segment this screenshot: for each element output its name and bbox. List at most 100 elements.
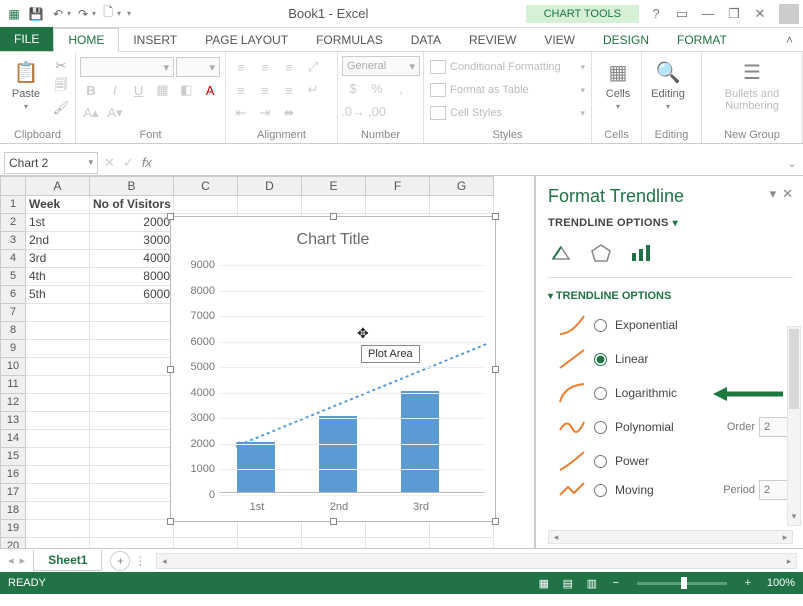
radio-exponential[interactable]: [594, 319, 607, 332]
font-size-select[interactable]: ▾: [176, 57, 220, 77]
pane-vertical-scrollbar[interactable]: ▴▾: [787, 326, 801, 526]
col-header[interactable]: B: [90, 176, 174, 196]
cell[interactable]: 3000: [90, 232, 174, 250]
row-header[interactable]: 11: [0, 376, 26, 394]
resize-handle[interactable]: [492, 518, 499, 525]
col-header[interactable]: D: [238, 176, 302, 196]
cell[interactable]: [26, 448, 90, 466]
tab-insert[interactable]: INSERT: [119, 29, 191, 51]
tab-home[interactable]: HOME: [53, 28, 119, 52]
preview-icon[interactable]: 🗋: [98, 4, 118, 24]
cells-button[interactable]: ▦Cells▾: [596, 56, 640, 113]
cell[interactable]: [366, 520, 430, 538]
align-right-icon[interactable]: ≡: [278, 80, 300, 100]
formula-input[interactable]: [156, 152, 777, 174]
name-box[interactable]: Chart 2▾: [4, 152, 98, 174]
currency-icon[interactable]: $: [342, 78, 364, 98]
minimize-icon[interactable]: —: [697, 4, 719, 24]
cell[interactable]: [238, 196, 302, 214]
format-painter-icon[interactable]: 🖌: [50, 98, 72, 118]
cell[interactable]: [430, 196, 494, 214]
tab-file[interactable]: FILE: [0, 27, 53, 51]
increase-font-icon[interactable]: A▴: [80, 103, 102, 123]
row-header[interactable]: 5: [0, 268, 26, 286]
plot-area[interactable]: [219, 265, 485, 493]
cell[interactable]: [26, 376, 90, 394]
cell[interactable]: [174, 196, 238, 214]
col-header[interactable]: F: [366, 176, 430, 196]
align-center-icon[interactable]: ≡: [254, 80, 276, 100]
opt-linear[interactable]: Linear: [548, 342, 793, 376]
resize-handle[interactable]: [330, 213, 337, 220]
col-header[interactable]: E: [302, 176, 366, 196]
cell[interactable]: [366, 538, 430, 548]
cell[interactable]: [90, 358, 174, 376]
add-sheet-icon[interactable]: +: [110, 551, 130, 571]
sheet-next-icon[interactable]: ▸: [20, 554, 26, 567]
row-header[interactable]: 9: [0, 340, 26, 358]
zoom-out-icon[interactable]: −: [605, 574, 627, 592]
paste-button[interactable]: 📋 Paste ▾: [4, 56, 48, 113]
fill-line-tab-icon[interactable]: [548, 241, 574, 265]
row-header[interactable]: 13: [0, 412, 26, 430]
cell[interactable]: [26, 412, 90, 430]
cell[interactable]: [90, 304, 174, 322]
cell[interactable]: 3rd: [26, 250, 90, 268]
cell[interactable]: [90, 322, 174, 340]
cell[interactable]: 8000: [90, 268, 174, 286]
row-header[interactable]: 15: [0, 448, 26, 466]
row-header[interactable]: 6: [0, 286, 26, 304]
align-bot-icon[interactable]: ≡: [278, 57, 300, 77]
copy-icon[interactable]: 🗐: [50, 77, 72, 97]
cell[interactable]: [90, 466, 174, 484]
restore-icon[interactable]: ❐: [723, 4, 745, 24]
row-header[interactable]: 8: [0, 322, 26, 340]
underline-icon[interactable]: U: [128, 80, 150, 100]
radio-logarithmic[interactable]: [594, 387, 607, 400]
trendline-options-tab-icon[interactable]: [628, 241, 654, 265]
resize-handle[interactable]: [167, 518, 174, 525]
resize-handle[interactable]: [492, 213, 499, 220]
cell[interactable]: [366, 196, 430, 214]
tab-design[interactable]: DESIGN: [589, 29, 663, 51]
chart-title[interactable]: Chart Title: [171, 231, 495, 249]
cell[interactable]: [26, 502, 90, 520]
cell-styles-button[interactable]: Cell Styles▾: [428, 102, 587, 124]
cell[interactable]: [90, 538, 174, 548]
normal-view-icon[interactable]: ▦: [533, 574, 555, 592]
bold-icon[interactable]: B: [80, 80, 102, 100]
cell[interactable]: [26, 358, 90, 376]
percent-icon[interactable]: %: [366, 78, 388, 98]
cell[interactable]: [90, 340, 174, 358]
tab-page-layout[interactable]: PAGE LAYOUT: [191, 29, 302, 51]
cell[interactable]: [26, 340, 90, 358]
pane-close-icon[interactable]: ✕: [782, 186, 793, 202]
expand-formula-icon[interactable]: ⌄: [781, 156, 803, 170]
horizontal-scrollbar[interactable]: ◂▸: [156, 553, 797, 569]
row-header[interactable]: 20: [0, 538, 26, 548]
cell[interactable]: 1st: [26, 214, 90, 232]
cell[interactable]: 5th: [26, 286, 90, 304]
save-icon[interactable]: 💾: [26, 4, 46, 24]
align-left-icon[interactable]: ≡: [230, 80, 252, 100]
sheet-tab[interactable]: Sheet1: [33, 550, 102, 571]
tab-review[interactable]: REVIEW: [455, 29, 530, 51]
worksheet-grid[interactable]: A B C D E F G 1WeekNo of Visitors21st200…: [0, 176, 535, 548]
cell[interactable]: [26, 322, 90, 340]
dec-decimal-icon[interactable]: .00: [366, 101, 388, 121]
resize-handle[interactable]: [330, 518, 337, 525]
font-family-select[interactable]: ▾: [80, 57, 174, 77]
wrap-text-icon[interactable]: ↵: [302, 80, 324, 100]
cell[interactable]: 2nd: [26, 232, 90, 250]
cell[interactable]: [26, 394, 90, 412]
cell[interactable]: 4000: [90, 250, 174, 268]
bullets-numbering-button[interactable]: ☰Bullets and Numbering: [706, 56, 798, 114]
cell[interactable]: [90, 394, 174, 412]
cell[interactable]: [90, 430, 174, 448]
accept-entry-icon[interactable]: ✓: [123, 155, 134, 171]
cell[interactable]: [26, 484, 90, 502]
cell[interactable]: [90, 520, 174, 538]
row-header[interactable]: 10: [0, 358, 26, 376]
resize-handle[interactable]: [167, 213, 174, 220]
opt-moving[interactable]: Moving Period2: [548, 478, 793, 502]
